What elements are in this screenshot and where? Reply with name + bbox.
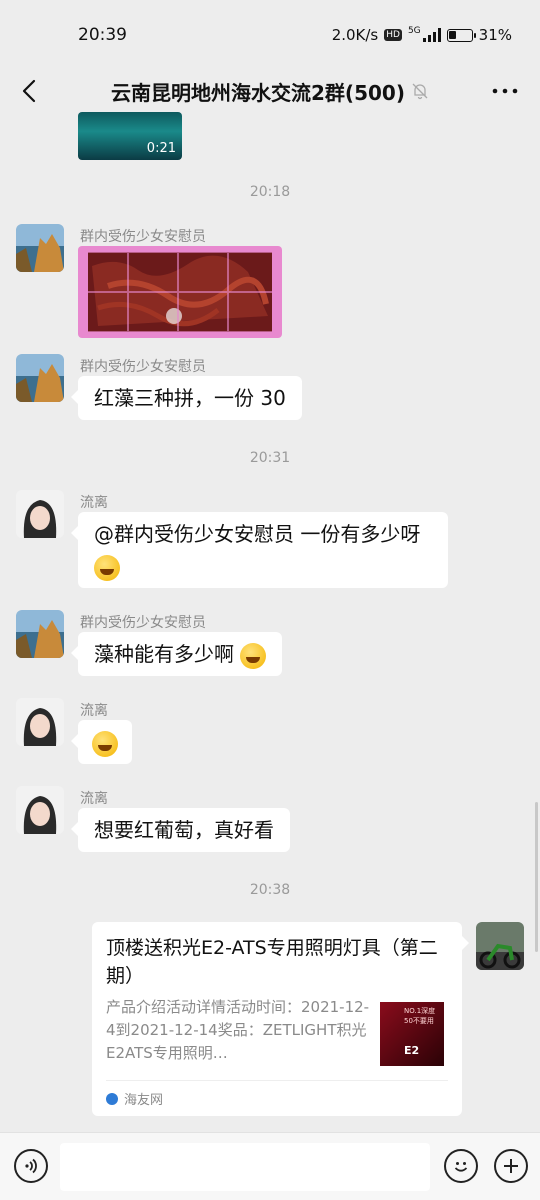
card-source-name: 海友网 <box>124 1093 164 1108</box>
avatar[interactable] <box>16 490 64 538</box>
avatar[interactable] <box>16 698 64 746</box>
message-text: 红藻三种拼，一份 30 <box>94 386 286 410</box>
my-avatar[interactable] <box>476 922 524 970</box>
message-bubble[interactable] <box>71 720 132 764</box>
smiley-icon <box>454 1162 468 1172</box>
source-logo-icon <box>106 1092 118 1105</box>
link-card[interactable]: 顶楼送积光E2-ATS专用照明灯具（第二期） 产品介绍活动详情活动时间：2021… <box>92 922 469 1116</box>
signal-icon <box>422 28 441 42</box>
input-bar <box>0 1132 540 1200</box>
avatar-image <box>16 490 64 538</box>
card-source: 海友网 <box>106 1080 448 1108</box>
voice-button[interactable] <box>14 1149 48 1183</box>
emoji-button[interactable] <box>444 1149 478 1183</box>
message-bubble[interactable]: 想要红葡萄，真好看 <box>71 808 290 852</box>
card-thumbnail-text: NO.1深度50不要用 <box>404 1007 436 1025</box>
avatar[interactable] <box>16 786 64 834</box>
voice-icon <box>25 1158 37 1174</box>
status-indicators: 2.0K/s HD 5G 31% <box>332 26 512 44</box>
battery-fill <box>449 31 456 39</box>
sender-name: 流离 <box>80 791 108 807</box>
battery-percent: 31% <box>478 26 512 44</box>
scrollbar[interactable] <box>535 802 538 952</box>
chevron-left-icon <box>22 79 36 103</box>
avatar[interactable] <box>16 354 64 402</box>
avatar-image <box>16 698 64 746</box>
seaweed-image <box>88 251 272 333</box>
message-bubble[interactable]: 红藻三种拼，一份 30 <box>71 376 302 420</box>
video-message[interactable]: 0:21 <box>78 112 182 160</box>
avatar-image <box>16 354 64 402</box>
message-list[interactable]: 0:21 20:18 群内受伤少女安慰员 群内受伤少女安慰员 红藻三种拼，一份 … <box>0 112 540 1132</box>
status-time: 20:39 <box>78 25 127 45</box>
avatar-image <box>16 224 64 272</box>
chat-header: 云南昆明地州海水交流2群(500) <box>0 70 540 112</box>
sender-name: 群内受伤少女安慰员 <box>80 615 206 631</box>
avatar-image <box>16 786 64 834</box>
avatar[interactable] <box>16 224 64 272</box>
message-bubble[interactable]: @群内受伤少女安慰员 一份有多少呀 <box>71 512 448 588</box>
more-functions-button[interactable] <box>494 1149 528 1183</box>
video-duration: 0:21 <box>146 141 176 156</box>
bell-off-icon <box>412 83 428 100</box>
message-text: 藻种能有多少啊 <box>94 642 234 666</box>
sender-name: 流离 <box>80 703 108 719</box>
chat-title-text: 云南昆明地州海水交流2群(500) <box>111 80 405 105</box>
timestamp: 20:18 <box>249 184 291 200</box>
card-thumbnail: NO.1深度50不要用 E2 <box>380 1002 444 1066</box>
chat-title: 云南昆明地州海水交流2群(500) <box>60 77 480 106</box>
card-body: 产品介绍活动详情活动时间：2021-12-4到2021-12-14奖品：ZETL… <box>106 996 448 1066</box>
plus-icon <box>504 1159 518 1173</box>
timestamp: 20:31 <box>249 450 291 466</box>
hd-badge: HD <box>384 29 402 41</box>
card-thumbnail-model: E2 <box>404 1044 420 1057</box>
more-dots-icon <box>492 88 518 94</box>
message-text: 想要红葡萄，真好看 <box>94 818 274 842</box>
message-text: @群内受伤少女安慰员 一份有多少呀 <box>94 522 421 546</box>
laughing-tears-emoji-icon <box>240 642 267 669</box>
status-bar: 20:39 2.0K/s HD 5G 31% <box>0 0 540 70</box>
image-message[interactable] <box>78 246 282 338</box>
message-bubble[interactable]: 藻种能有多少啊 <box>70 632 283 676</box>
network-type: 5G <box>407 26 421 36</box>
avatar[interactable] <box>16 610 64 658</box>
more-button[interactable] <box>488 70 522 112</box>
back-button[interactable] <box>14 70 44 112</box>
timestamp: 20:38 <box>249 882 291 898</box>
message-input[interactable] <box>60 1143 430 1191</box>
sender-name: 群内受伤少女安慰员 <box>80 359 206 375</box>
sender-name: 流离 <box>80 495 108 511</box>
card-description: 产品介绍活动详情活动时间：2021-12-4到2021-12-14奖品：ZETL… <box>106 998 370 1062</box>
card-title: 顶楼送积光E2-ATS专用照明灯具（第二期） <box>106 937 438 987</box>
sender-name: 群内受伤少女安慰员 <box>80 229 206 245</box>
battery-icon <box>446 28 476 42</box>
thinking-emoji-icon <box>92 730 118 757</box>
grinning-emoji-icon <box>94 554 120 581</box>
avatar-image <box>476 922 524 970</box>
network-speed: 2.0K/s <box>331 26 379 44</box>
avatar-image <box>16 610 64 658</box>
